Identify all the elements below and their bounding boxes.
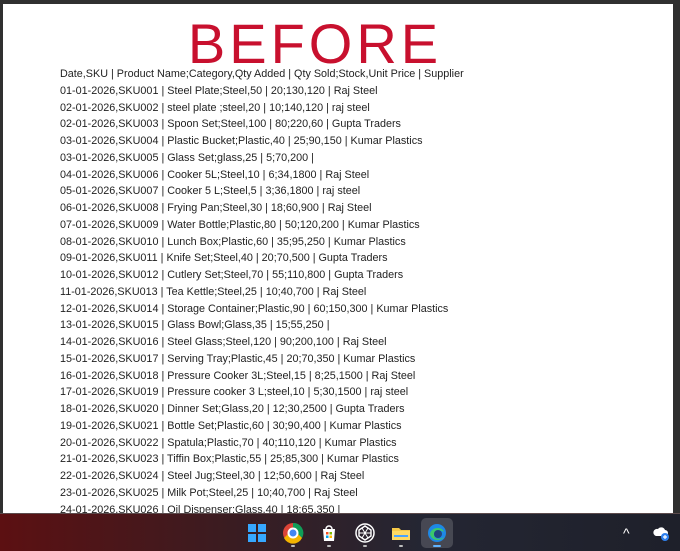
viewer-scroll-edge xyxy=(673,0,680,513)
csv-data-line: 11-01-2026,SKU013 | Tea Kettle;Steel,25 … xyxy=(60,285,367,298)
csv-data-line: 02-01-2026,SKU002 | steel plate ;steel,2… xyxy=(60,101,370,114)
csv-data-line: 14-01-2026,SKU016 | Steel Glass;Steel,12… xyxy=(60,336,387,348)
edge-icon xyxy=(428,524,446,542)
windows-taskbar: ^ xyxy=(0,513,680,551)
desktop-screen: BEFORE Date,SKU | Product Name;Category,… xyxy=(0,0,680,551)
csv-data-line: 15-01-2026,SKU017 | Serving Tray;Plastic… xyxy=(60,352,416,365)
taskbar-apps xyxy=(241,518,453,548)
csv-data-line: 22-01-2026,SKU024 | Steel Jug;Steel,30 |… xyxy=(60,470,365,482)
edge-button[interactable] xyxy=(421,518,453,548)
csv-data-line: 06-01-2026,SKU008 | Frying Pan;Steel,30 … xyxy=(60,202,372,214)
document-viewer: BEFORE Date,SKU | Product Name;Category,… xyxy=(0,0,680,513)
csv-data-line: 09-01-2026,SKU011 | Knife Set;Steel,40 |… xyxy=(60,252,388,265)
chrome-icon xyxy=(283,522,304,544)
csv-data-line: 16-01-2026,SKU018 | Pressure Cooker 3L;S… xyxy=(60,369,416,382)
start-button[interactable] xyxy=(241,518,273,548)
show-hidden-icons-button[interactable]: ^ xyxy=(623,525,630,541)
csv-data-line: 10-01-2026,SKU012 | Cutlery Set;Steel,70… xyxy=(60,269,404,281)
chatgpt-icon xyxy=(355,523,375,543)
csv-data-line: 23-01-2026,SKU025 | Milk Pot;Steel,25 | … xyxy=(60,486,358,499)
document-page: BEFORE Date,SKU | Product Name;Category,… xyxy=(3,4,673,513)
microsoft-store-button[interactable] xyxy=(313,518,345,548)
csv-header-line: Date,SKU | Product Name;Category,Qty Add… xyxy=(60,68,464,80)
csv-data-line: 19-01-2026,SKU021 | Bottle Set;Plastic,6… xyxy=(60,419,402,432)
start-icon xyxy=(248,524,266,542)
csv-data-line: 01-01-2026,SKU001 | Steel Plate;Steel,50… xyxy=(60,84,378,97)
csv-data-line: 03-01-2026,SKU004 | Plastic Bucket;Plast… xyxy=(60,135,423,147)
chrome-button[interactable] xyxy=(277,518,309,548)
csv-data-line: 17-01-2026,SKU019 | Pressure cooker 3 L;… xyxy=(60,386,409,399)
csv-data-line: 02-01-2026,SKU003 | Spoon Set;Steel,100 … xyxy=(60,118,401,131)
csv-data-line: 03-01-2026,SKU005 | Glass Set;glass,25 |… xyxy=(60,151,314,164)
csv-data-line: 24-01-2026,SKU026 | Oil Dispenser;Glass,… xyxy=(60,503,341,514)
csv-data-line: 13-01-2026,SKU015 | Glass Bowl;Glass,35 … xyxy=(60,319,330,332)
onedrive-sync-icon[interactable] xyxy=(652,524,670,542)
store-icon xyxy=(323,525,335,541)
csv-data-line: 12-01-2026,SKU014 | Storage Container;Pl… xyxy=(60,302,449,315)
data-lines: Date,SKU | Product Name;Category,Qty Add… xyxy=(60,66,464,513)
chatgpt-button[interactable] xyxy=(349,518,381,548)
csv-data-line: 07-01-2026,SKU009 | Water Bottle;Plastic… xyxy=(60,218,420,231)
file-explorer-button[interactable] xyxy=(385,518,417,548)
csv-data-line: 21-01-2026,SKU023 | Tiffin Box;Plastic,5… xyxy=(60,453,399,466)
csv-data-line: 08-01-2026,SKU010 | Lunch Box;Plastic,60… xyxy=(60,235,406,248)
csv-data-line: 18-01-2026,SKU020 | Dinner Set;Glass,20 … xyxy=(60,403,405,415)
system-tray: ^ xyxy=(618,518,680,548)
file-explorer-icon xyxy=(392,528,410,540)
page-title: BEFORE xyxy=(187,12,443,75)
csv-data-line: 05-01-2026,SKU007 | Cooker 5 L;Steel,5 |… xyxy=(60,185,361,198)
csv-data-line: 20-01-2026,SKU022 | Spatula;Plastic,70 |… xyxy=(60,436,397,449)
csv-data-line: 04-01-2026,SKU006 | Cooker 5L;Steel,10 |… xyxy=(60,168,370,181)
